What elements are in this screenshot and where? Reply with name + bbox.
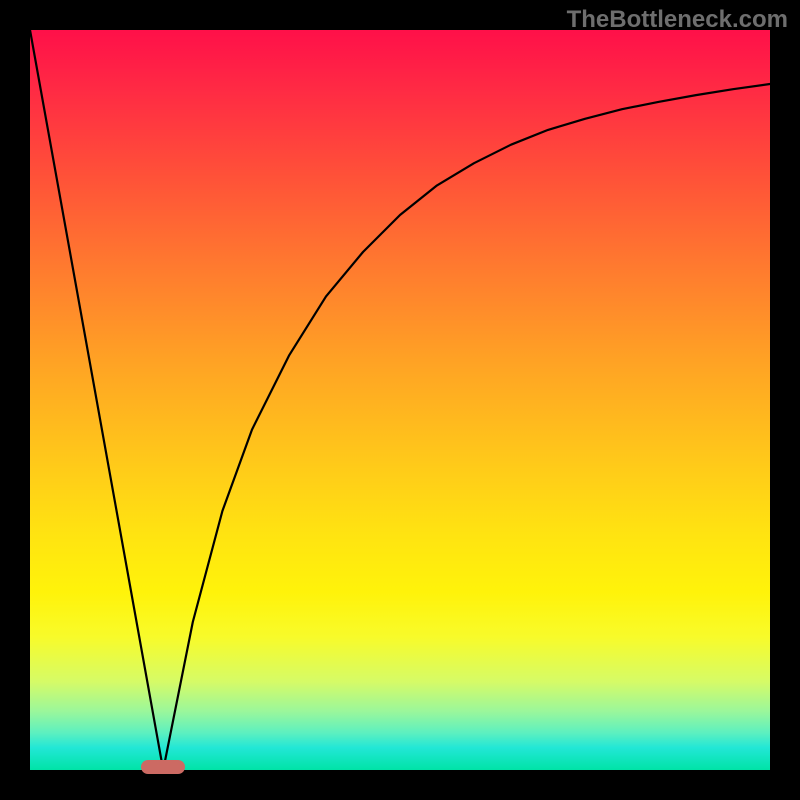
plot-area <box>30 30 770 770</box>
curve-path <box>30 30 770 770</box>
watermark-text: TheBottleneck.com <box>567 6 788 34</box>
bottleneck-curve <box>30 30 770 770</box>
optimal-range-marker <box>141 760 185 774</box>
chart-frame: TheBottleneck.com <box>0 0 800 800</box>
